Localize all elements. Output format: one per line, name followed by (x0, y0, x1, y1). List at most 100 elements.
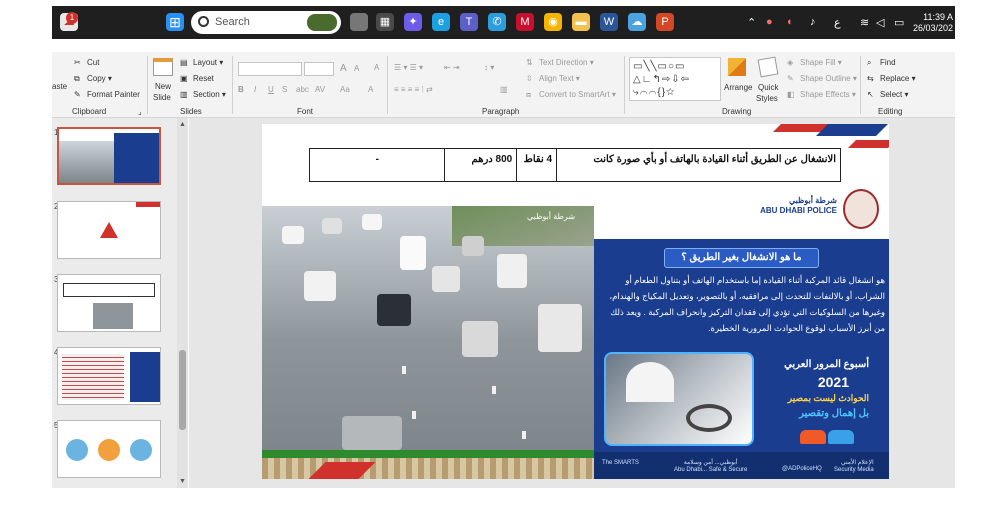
format-painter-button[interactable]: ✎ Format Painter (74, 90, 140, 100)
copy-button[interactable]: ⧉ Copy ▾ (74, 74, 112, 84)
strikethrough-button[interactable]: abc (296, 85, 309, 94)
word-icon[interactable]: W (600, 13, 618, 31)
quick-styles-label-1[interactable]: Quick (758, 83, 778, 92)
paste-button[interactable]: aste (52, 82, 67, 91)
brush-icon: ✎ (74, 90, 81, 99)
line-spacing-button[interactable]: ↕ ▾ (484, 63, 494, 72)
slogan-line-2: بل إهمال وتقصير (799, 408, 869, 419)
tray-app2-icon[interactable]: ◐ (787, 16, 794, 28)
mcafee-icon[interactable]: M (516, 13, 534, 31)
quick-styles-label-2[interactable]: Styles (756, 94, 778, 103)
align-text-button[interactable]: ⇳ Align Text ▾ (526, 74, 580, 84)
font-color-button[interactable]: A (368, 85, 373, 94)
chrome-icon[interactable]: ◉ (544, 13, 562, 31)
calculator-icon[interactable]: ▦ (376, 13, 394, 31)
shrink-font-button[interactable]: A (354, 64, 359, 73)
volume-icon[interactable]: ◁ (876, 16, 884, 29)
reset-button[interactable]: ▣ Reset (180, 74, 214, 84)
clock[interactable]: 11:39 A 26/03/202 (913, 12, 953, 34)
clipboard-launcher-icon[interactable]: ⌟ (138, 107, 142, 116)
violation-table-row[interactable]: الانشغال عن الطريق أثناء القيادة بالهاتف… (309, 148, 841, 182)
change-case-button[interactable]: Aa (340, 85, 350, 94)
shape-effects-button[interactable]: ◧ Shape Effects ▾ (787, 90, 856, 100)
shape-fill-button[interactable]: ◈ Shape Fill ▾ (787, 58, 842, 68)
teams-icon[interactable]: T (460, 13, 478, 31)
slide-thumbnail-1[interactable] (57, 127, 161, 185)
scroll-up-icon[interactable]: ▲ (178, 120, 187, 129)
shapes-gallery[interactable]: ▭╲╲▭○▭ △∟↰⇨⇩⇦ ⤷⌒⌒{}☆ (629, 57, 721, 101)
footer-media-ar: الإعلام الأمني (840, 460, 874, 466)
clear-format-icon[interactable]: A (374, 63, 379, 72)
battery-icon[interactable]: ▭ (894, 16, 904, 29)
tray-chevron-icon[interactable]: ⌃ (747, 16, 756, 29)
task-view-icon[interactable] (350, 13, 368, 31)
language-indicator[interactable]: ع (834, 16, 841, 29)
cut-button[interactable]: ✂ Cut (74, 58, 99, 68)
new-slide-icon[interactable] (153, 58, 173, 76)
logo-text: شرطة أبوظبي ABU DHABI POLICE (760, 196, 837, 216)
grow-font-button[interactable]: A (340, 63, 347, 74)
footer-slogan: أبوظبي... أمن وسلامة Abu Dhabi... Safe &… (674, 460, 747, 474)
font-size-combo[interactable] (304, 62, 334, 76)
car (282, 226, 304, 244)
lane-marking (522, 431, 526, 439)
new-slide-label-1[interactable]: New (155, 82, 171, 91)
smartart-button[interactable]: ⧈ Convert to SmartArt ▾ (526, 90, 616, 100)
bullets-button[interactable]: ☰ ▾ ☰ ▾ (394, 63, 423, 72)
layout-label: Layout (193, 58, 218, 68)
current-slide[interactable]: الانشغال عن الطريق أثناء القيادة بالهاتف… (262, 124, 889, 479)
quick-styles-icon[interactable] (757, 56, 779, 78)
underline-button[interactable]: U (268, 85, 274, 94)
thumbnails-scrollbar[interactable]: ▲ ▼ (177, 118, 188, 488)
microphone-icon[interactable]: ♪ (810, 16, 816, 28)
definition-text: هو انشغال قائد المركبة أثناء القيادة إما… (609, 275, 885, 333)
new-slide-label-2[interactable]: Slide (153, 93, 171, 102)
find-button[interactable]: ⌕ Find (867, 58, 896, 68)
cloud-app-icon[interactable]: ☁ (628, 13, 646, 31)
clock-time: 11:39 A (923, 12, 953, 22)
phone-link-icon[interactable]: ✆ (488, 13, 506, 31)
powerpoint-icon[interactable]: P (656, 13, 674, 31)
cell-points: 4 نقاط (516, 149, 556, 181)
copilot-icon[interactable]: ✦ (404, 13, 422, 31)
slide-thumbnail-5[interactable] (57, 420, 161, 478)
cell-violation: الانشغال عن الطريق أثناء القيادة بالهاتف… (556, 149, 840, 181)
layout-button[interactable]: ▤ Layout ▾ (180, 58, 223, 68)
footer-social: @ADPoliceHQ (782, 466, 822, 472)
slide-thumbnail-3[interactable] (57, 274, 161, 332)
car (400, 236, 426, 270)
file-explorer-icon[interactable]: ▬ (572, 13, 590, 31)
bold-button[interactable]: B (238, 85, 244, 94)
slide-thumbnail-2[interactable] (57, 201, 161, 259)
font-name-combo[interactable] (238, 62, 302, 76)
arrange-icon[interactable] (728, 58, 746, 76)
align-buttons[interactable]: ≡ ≡ ≡ ≡ ⁞ ⇄ (394, 85, 433, 94)
tray-app-icon[interactable]: ● (766, 16, 773, 28)
footer-media: الإعلام الأمني Security Media (834, 460, 874, 474)
traffic-photo: شرطة أبوظبي (262, 206, 594, 450)
indent-buttons[interactable]: ⇤ ⇥ (444, 63, 460, 72)
italic-button[interactable]: I (254, 85, 256, 94)
shape-outline-label: Shape Outline (800, 74, 851, 84)
char-spacing-button[interactable]: AV (315, 85, 325, 94)
wifi-icon[interactable]: ≋ (860, 16, 869, 29)
car (538, 304, 582, 352)
replace-button[interactable]: ⇆ Replace ▾ (867, 74, 916, 84)
windows-start-icon[interactable]: ⊞ (166, 13, 184, 31)
edge-icon[interactable]: e (432, 13, 450, 31)
select-button[interactable]: ↖ Select ▾ (867, 90, 908, 100)
effects-icon: ◧ (787, 90, 795, 99)
scrollbar-thumb[interactable] (179, 350, 186, 430)
logo-text-ar: شرطة أبوظبي (788, 196, 837, 205)
taskbar-search[interactable]: Search (191, 11, 341, 34)
columns-button[interactable]: ▥ (500, 85, 508, 94)
text-direction-icon: ⇅ (526, 58, 533, 67)
shape-outline-button[interactable]: ✎ Shape Outline ▾ (787, 74, 857, 84)
shadow-button[interactable]: S (282, 85, 287, 94)
section-button[interactable]: ▥ Section ▾ (180, 90, 226, 100)
slide-thumbnail-4[interactable] (57, 347, 161, 405)
arrange-button[interactable]: Arrange (724, 83, 752, 92)
text-direction-button[interactable]: ⇅ Text Direction ▾ (526, 58, 594, 68)
scroll-down-icon[interactable]: ▼ (178, 477, 187, 486)
car (304, 271, 336, 301)
